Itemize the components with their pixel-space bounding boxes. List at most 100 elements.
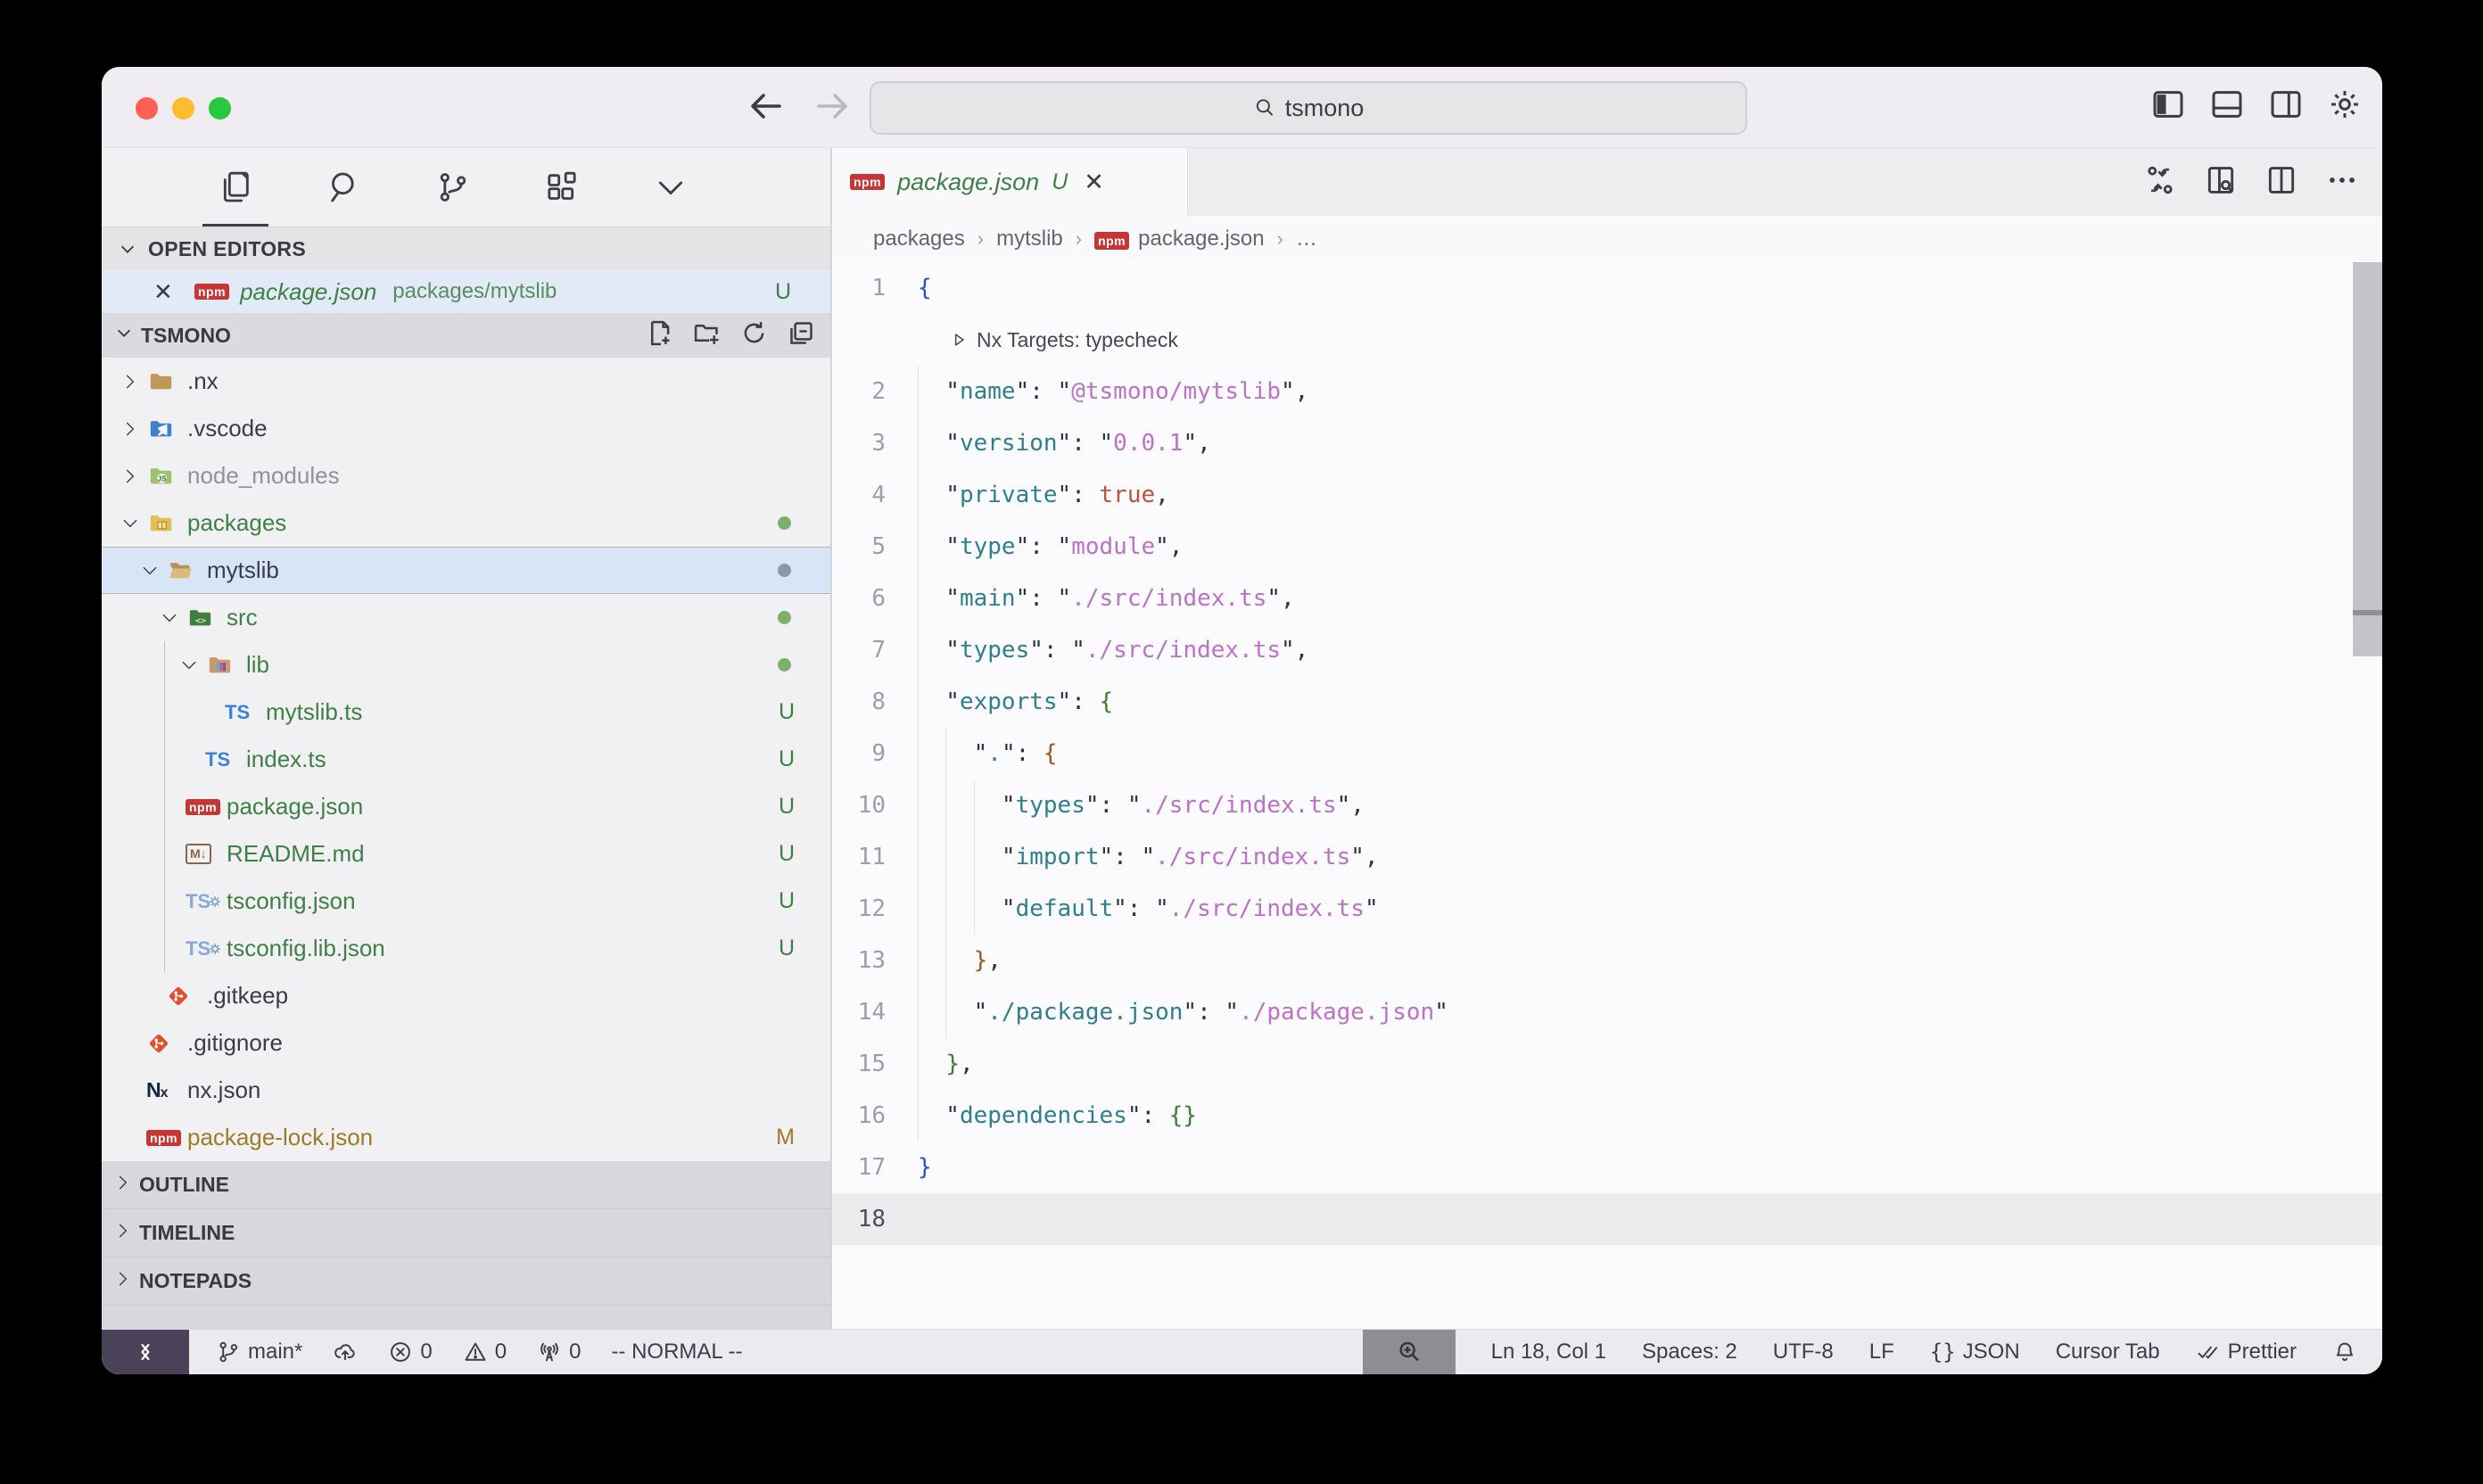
tab-close-icon[interactable]: ✕	[1084, 169, 1104, 196]
breadcrumb-item--[interactable]: …	[1296, 227, 1317, 251]
toggle-secondary-sidebar-icon[interactable]	[2268, 87, 2304, 127]
indent-guide	[164, 925, 165, 972]
folder-node-icon: JS	[146, 464, 186, 489]
tree-item-packages[interactable]: packages	[102, 499, 830, 547]
line-number: 13	[832, 935, 918, 986]
compare-changes-icon[interactable]	[2143, 163, 2177, 202]
chevron-down-icon[interactable]	[173, 656, 205, 674]
chevron-down-icon[interactable]	[153, 609, 186, 627]
formatter-prettier[interactable]: Prettier	[2196, 1340, 2297, 1364]
tree-item-src[interactable]: <>src	[102, 594, 830, 641]
git-status-dot	[778, 510, 795, 536]
close-window-button[interactable]	[136, 97, 158, 120]
tree-item-mytslib-ts[interactable]: TSmytslib.tsU	[102, 688, 830, 736]
tree-item-label: index.ts	[246, 746, 326, 773]
new-file-icon[interactable]	[645, 318, 674, 353]
tree-item--nx[interactable]: .nx	[102, 358, 830, 405]
toggle-primary-sidebar-icon[interactable]	[2150, 87, 2186, 127]
tree-item-tsconfig-lib-json[interactable]: TStsconfig.lib.jsonU	[102, 925, 830, 972]
settings-gear-icon[interactable]	[2327, 87, 2363, 127]
tree-item-node-modules[interactable]: JSnode_modules	[102, 452, 830, 499]
search-icon[interactable]	[309, 148, 379, 227]
git-status-badge: U	[779, 936, 795, 961]
language-mode[interactable]: {}JSON	[1930, 1340, 2020, 1364]
tree-item-package-lock-json[interactable]: npmpackage-lock.jsonM	[102, 1114, 830, 1161]
tree-item-readme-md[interactable]: M↓README.mdU	[102, 830, 830, 878]
chevron-down-icon[interactable]	[134, 562, 166, 580]
source-control-icon[interactable]	[418, 148, 488, 227]
maximize-window-button[interactable]	[209, 97, 231, 120]
indentation[interactable]: Spaces: 2	[1642, 1340, 1737, 1364]
vim-mode[interactable]: -- NORMAL --	[611, 1340, 742, 1364]
open-editors-header[interactable]: OPEN EDITORS	[102, 227, 830, 270]
code-lens[interactable]: Nx Targets: typecheck	[832, 314, 2382, 366]
tree-item-index-ts[interactable]: TSindex.tsU	[102, 736, 830, 783]
editor-scrollbar[interactable]	[2353, 262, 2382, 1329]
status-label: Spaces: 2	[1642, 1340, 1737, 1364]
section-notepads[interactable]: NOTEPADS	[102, 1257, 830, 1306]
tree-item-nx-json[interactable]: Nxnx.json	[102, 1067, 830, 1114]
chevron-right-icon[interactable]	[114, 420, 146, 438]
toggle-panel-icon[interactable]	[2209, 87, 2245, 127]
close-editor-icon[interactable]: ✕	[153, 278, 184, 306]
cursor-position[interactable]: Ln 18, Col 1	[1491, 1340, 1606, 1364]
publish-changes[interactable]	[333, 1340, 358, 1364]
open-editor-filename: package.json	[240, 278, 376, 306]
git-branch[interactable]: main*	[216, 1340, 302, 1364]
tab-package-json[interactable]: npm package.json U ✕	[832, 148, 1188, 216]
scrollbar-thumb[interactable]	[2353, 262, 2382, 656]
tree-item-tsconfig-json[interactable]: TStsconfig.jsonU	[102, 878, 830, 925]
chevron-right-icon[interactable]	[114, 467, 146, 485]
tree-item--vscode[interactable]: .vscode	[102, 405, 830, 452]
tree-item-label: src	[227, 604, 258, 631]
command-center-search[interactable]: tsmono	[870, 81, 1747, 135]
section-timeline[interactable]: TIMELINE	[102, 1209, 830, 1257]
forward-arrow-icon[interactable]	[812, 85, 854, 132]
chevron-right-icon[interactable]	[114, 373, 146, 391]
problems-errors[interactable]: 0	[388, 1340, 432, 1364]
ports-forwarded[interactable]: 0	[537, 1340, 581, 1364]
code-line-15: 15 },	[832, 1038, 2382, 1090]
line-number: 9	[832, 728, 918, 779]
tree-item--gitignore[interactable]: .gitignore	[102, 1019, 830, 1067]
breadcrumb-item-packages[interactable]: packages	[873, 227, 965, 251]
cursor-tab[interactable]: Cursor Tab	[2056, 1340, 2160, 1364]
workspace-folder-header[interactable]: TSMONO	[102, 313, 830, 358]
new-folder-icon[interactable]	[692, 318, 722, 353]
breadcrumb-item-mytslib[interactable]: mytslib	[996, 227, 1063, 251]
open-preview-icon[interactable]	[2204, 163, 2238, 202]
code-line-6: 6 "main": "./src/index.ts",	[832, 573, 2382, 624]
tree-item-lib[interactable]: lib	[102, 641, 830, 688]
status-label: Ln 18, Col 1	[1491, 1340, 1606, 1364]
code-line-8: 8 "exports": {	[832, 676, 2382, 728]
breadcrumb-item-package-json[interactable]: npmpackage.json	[1094, 227, 1265, 251]
more-actions-icon[interactable]	[2325, 163, 2359, 202]
notifications-bell[interactable]	[2332, 1340, 2357, 1364]
back-arrow-icon[interactable]	[744, 85, 787, 132]
chevron-down-icon[interactable]	[114, 515, 146, 532]
code-lens-label[interactable]: Nx Targets: typecheck	[977, 314, 1178, 366]
remote-indicator[interactable]	[102, 1330, 189, 1374]
eol-sequence[interactable]: LF	[1869, 1340, 1894, 1364]
code-line-16: 16 "dependencies": {}	[832, 1090, 2382, 1142]
refresh-icon[interactable]	[739, 318, 769, 353]
minimize-window-button[interactable]	[172, 97, 194, 120]
tree-item--gitkeep[interactable]: .gitkeep	[102, 972, 830, 1019]
tree-item-mytslib[interactable]: mytslib	[102, 547, 830, 594]
encoding[interactable]: UTF-8	[1773, 1340, 1834, 1364]
chevron-down-icon	[114, 239, 141, 259]
tree-item-package-json[interactable]: npmpackage.jsonU	[102, 783, 830, 830]
git-status-badge: U	[779, 699, 795, 725]
code-editor[interactable]: 1{Nx Targets: typecheck2 "name": "@tsmon…	[832, 262, 2382, 1329]
problems-warnings[interactable]: 0	[463, 1340, 507, 1364]
open-editor-entry[interactable]: ✕ npm package.json packages/mytslib U	[102, 270, 830, 313]
extensions-icon[interactable]	[527, 148, 597, 227]
npm-file-icon: npm	[194, 284, 229, 300]
editor-zoom-button[interactable]	[1363, 1330, 1456, 1374]
section-outline[interactable]: OUTLINE	[102, 1161, 830, 1209]
explorer-icon[interactable]	[201, 148, 270, 227]
split-editor-icon[interactable]	[2264, 163, 2298, 202]
more-views-icon[interactable]	[636, 148, 705, 227]
collapse-all-icon[interactable]	[787, 318, 816, 353]
npm-file-icon: npm	[850, 174, 885, 190]
